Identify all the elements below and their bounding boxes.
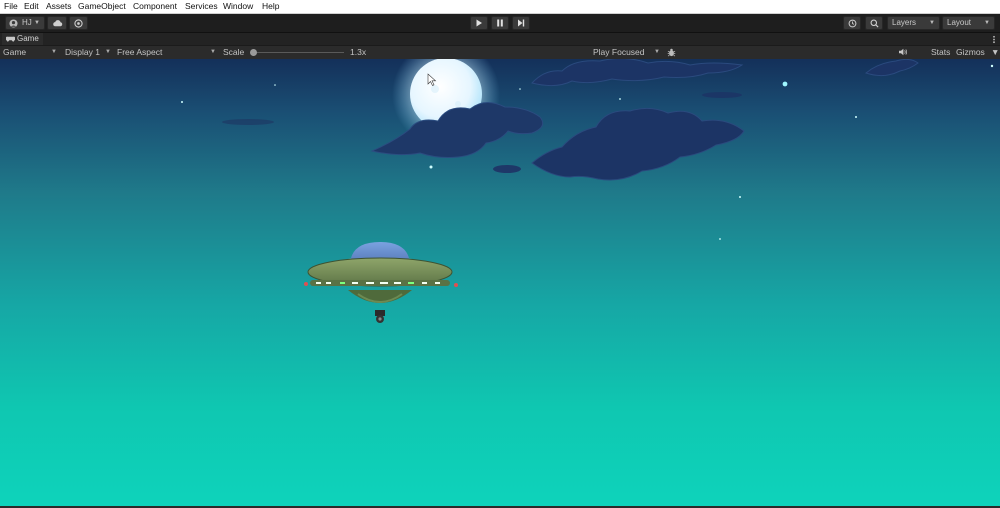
play-mode-label: Play Focused — [593, 47, 645, 57]
scale-slider-handle[interactable] — [250, 49, 257, 56]
menu-component[interactable]: Component — [133, 1, 177, 12]
menu-assets[interactable]: Assets — [46, 1, 72, 12]
step-icon — [518, 19, 525, 27]
menu-services[interactable]: Services — [185, 1, 218, 12]
gizmos-button[interactable]: Gizmos — [956, 46, 985, 59]
play-icon — [476, 19, 482, 27]
menu-gameobject[interactable]: GameObject — [78, 1, 126, 12]
mute-icon[interactable] — [898, 48, 908, 56]
layout-dropdown[interactable]: Layout ▼ — [942, 16, 995, 30]
display-label: Display 1 — [65, 47, 100, 57]
layers-dropdown[interactable]: Layers ▼ — [887, 16, 940, 30]
game-mode-label: Game — [3, 47, 27, 57]
chevron-down-icon: ▼ — [984, 20, 990, 26]
chevron-down-icon: ▼ — [51, 49, 57, 55]
menu-edit[interactable]: Edit — [24, 1, 39, 12]
cloud-wisp-left — [222, 119, 274, 125]
step-button[interactable] — [512, 16, 530, 30]
chevron-down-icon: ▼ — [34, 20, 40, 26]
play-button[interactable] — [470, 16, 488, 30]
layout-label: Layout — [947, 18, 972, 27]
layers-label: Layers — [892, 18, 917, 27]
pause-button[interactable] — [491, 16, 509, 30]
account-label: HJ — [22, 18, 32, 27]
cloud-button[interactable] — [47, 16, 67, 30]
game-view-toolbar: Game ▼ Display 1 ▼ Free Aspect ▼ Scale 1… — [0, 45, 1000, 60]
scale-value: 1.3x — [350, 47, 367, 57]
game-mode-dropdown[interactable]: Game ▼ — [3, 46, 57, 59]
menu-dots-icon[interactable] — [992, 35, 996, 44]
cloud-icon — [52, 20, 62, 27]
chevron-down-icon: ▼ — [210, 49, 216, 55]
play-mode-dropdown[interactable]: Play Focused ▼ — [593, 46, 661, 59]
collab-icon — [74, 19, 83, 28]
chevron-down-icon[interactable]: ▼ — [991, 46, 999, 59]
chevron-down-icon: ▼ — [929, 20, 935, 26]
aspect-label: Free Aspect — [117, 47, 163, 57]
tab-game[interactable]: Game — [2, 33, 43, 45]
cloud-top — [531, 59, 919, 87]
menu-help[interactable]: Help — [262, 1, 279, 12]
chevron-down-icon: ▼ — [105, 49, 111, 55]
game-scene — [181, 59, 994, 323]
game-controller-icon — [5, 36, 16, 42]
tab-game-label: Game — [17, 34, 39, 43]
game-viewport[interactable] — [0, 59, 1000, 506]
history-icon — [848, 19, 856, 28]
pause-icon — [497, 19, 503, 27]
scale-label: Scale — [223, 47, 245, 57]
main-toolbar: HJ ▼ Layers ▼ Layout ▼ — [0, 14, 1000, 33]
cloud-small-puff — [493, 165, 521, 173]
aspect-dropdown[interactable]: Free Aspect ▼ — [117, 46, 216, 59]
stats-button[interactable]: Stats — [931, 46, 950, 59]
cloud-big-right — [531, 107, 745, 181]
menu-window[interactable]: Window — [223, 1, 253, 12]
menu-bar: File Edit Assets GameObject Component Se… — [0, 0, 1000, 14]
tab-bar: Game — [0, 33, 1000, 45]
collab-button[interactable] — [69, 16, 88, 30]
bug-icon[interactable] — [667, 48, 676, 57]
search-icon — [870, 19, 879, 28]
undo-history-button[interactable] — [843, 16, 861, 30]
search-button[interactable] — [865, 16, 883, 30]
account-dropdown[interactable]: HJ ▼ — [5, 16, 45, 30]
ufo — [304, 242, 458, 323]
scale-slider[interactable] — [250, 49, 346, 56]
account-icon — [9, 19, 18, 28]
display-dropdown[interactable]: Display 1 ▼ — [65, 46, 111, 59]
chevron-down-icon: ▼ — [654, 49, 660, 55]
scale-slider-track — [252, 52, 344, 53]
menu-file[interactable]: File — [4, 1, 18, 12]
